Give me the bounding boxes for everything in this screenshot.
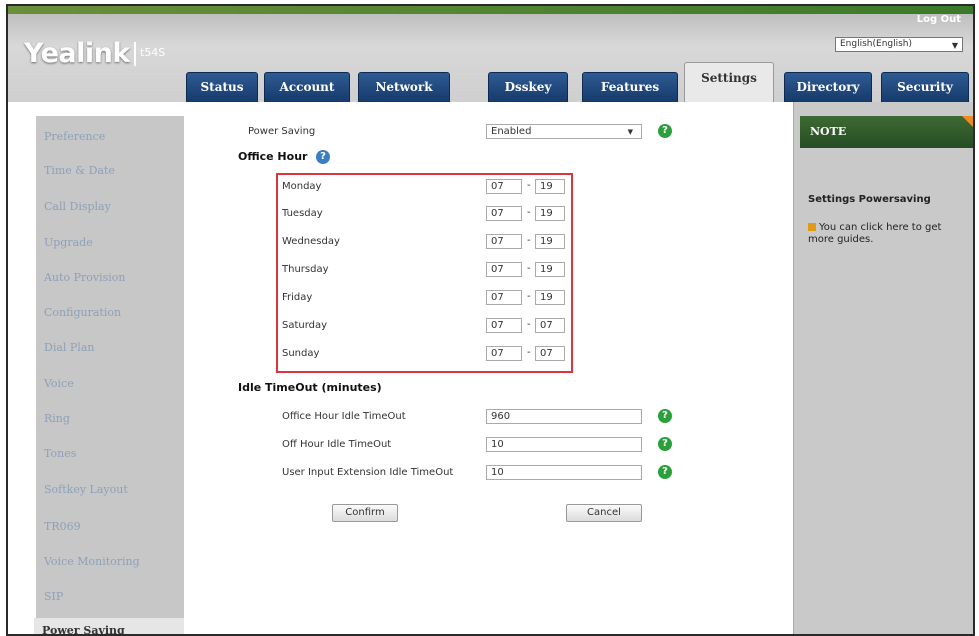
sidebar-item-time-date[interactable]: Time & Date xyxy=(44,164,115,177)
wednesday-start-input[interactable]: 07 xyxy=(486,234,522,249)
day-label-sunday: Sunday xyxy=(282,348,320,359)
power-saving-select[interactable]: Enabled ▼ xyxy=(486,124,642,139)
tab-network[interactable]: Network xyxy=(358,72,450,102)
range-dash: - xyxy=(527,291,531,302)
day-label-thursday: Thursday xyxy=(282,264,329,275)
range-dash: - xyxy=(527,235,531,246)
range-dash: - xyxy=(527,263,531,274)
note-heading: NOTE xyxy=(800,116,973,148)
office-hour-heading: Office Hour xyxy=(238,150,308,163)
power-saving-value: Enabled xyxy=(491,126,532,137)
day-label-saturday: Saturday xyxy=(282,320,328,331)
office-hour-idle-input[interactable]: 960 xyxy=(486,409,642,424)
sidebar-item-dial-plan[interactable]: Dial Plan xyxy=(44,341,94,354)
saturday-end-input[interactable]: 07 xyxy=(535,318,565,333)
tab-features[interactable]: Features xyxy=(582,72,678,102)
main-tabs: Status Account Network Dsskey Features S… xyxy=(184,62,973,102)
chevron-down-icon: ▼ xyxy=(627,128,633,136)
day-label-tuesday: Tuesday xyxy=(282,208,323,219)
header-accent-bar xyxy=(8,6,973,14)
help-icon[interactable]: ? xyxy=(658,409,672,423)
thursday-end-input[interactable]: 19 xyxy=(535,262,565,277)
range-dash: - xyxy=(527,180,531,191)
sidebar-item-voice-monitoring[interactable]: Voice Monitoring xyxy=(44,555,140,568)
sidebar-item-voice[interactable]: Voice xyxy=(44,377,74,390)
sidebar: Preference Time & Date Call Display Upgr… xyxy=(34,116,186,634)
cancel-button[interactable]: Cancel xyxy=(566,504,642,522)
range-dash: - xyxy=(527,207,531,218)
browser-frame: Yealink t54S Log Out English(English) ▼ … xyxy=(6,4,975,636)
tab-account[interactable]: Account xyxy=(264,72,350,102)
sunday-end-input[interactable]: 07 xyxy=(535,346,565,361)
help-icon[interactable]: ? xyxy=(658,465,672,479)
note-title: Settings Powersaving xyxy=(808,194,931,205)
monday-end-input[interactable]: 19 xyxy=(535,179,565,194)
note-text: You can click here to get more guides. xyxy=(808,222,942,245)
note-panel: NOTE Settings Powersaving You can click … xyxy=(793,102,973,634)
model-label: t54S xyxy=(140,46,166,59)
language-value: English(English) xyxy=(840,39,913,49)
chevron-down-icon: ▼ xyxy=(951,41,958,50)
sidebar-item-call-display[interactable]: Call Display xyxy=(44,200,111,213)
sidebar-item-softkey-layout[interactable]: Softkey Layout xyxy=(44,483,128,496)
range-dash: - xyxy=(527,319,531,330)
note-heading-text: NOTE xyxy=(810,125,847,138)
yealink-logo: Yealink xyxy=(24,38,130,69)
tab-dsskey[interactable]: Dsskey xyxy=(488,72,568,102)
wednesday-end-input[interactable]: 19 xyxy=(535,234,565,249)
tab-directory[interactable]: Directory xyxy=(784,72,872,102)
sidebar-item-ring[interactable]: Ring xyxy=(44,412,70,425)
office-hour-idle-label: Office Hour Idle TimeOut xyxy=(282,411,406,422)
help-icon[interactable]: ? xyxy=(658,437,672,451)
sidebar-item-configuration[interactable]: Configuration xyxy=(44,306,121,319)
idle-timeout-heading: Idle TimeOut (minutes) xyxy=(238,381,382,394)
tab-security[interactable]: Security xyxy=(881,72,969,102)
header: Yealink t54S Log Out English(English) ▼ … xyxy=(8,6,973,102)
sidebar-item-auto-provision[interactable]: Auto Provision xyxy=(44,271,125,284)
monday-start-input[interactable]: 07 xyxy=(486,179,522,194)
off-hour-idle-input[interactable]: 10 xyxy=(486,437,642,452)
tuesday-start-input[interactable]: 07 xyxy=(486,206,522,221)
thursday-start-input[interactable]: 07 xyxy=(486,262,522,277)
day-label-monday: Monday xyxy=(282,181,322,192)
sidebar-item-tr069[interactable]: TR069 xyxy=(44,520,81,533)
help-icon[interactable]: ? xyxy=(658,124,672,138)
sidebar-item-sip[interactable]: SIP xyxy=(44,590,63,603)
sidebar-item-tones[interactable]: Tones xyxy=(44,447,76,460)
tab-status[interactable]: Status xyxy=(186,72,258,102)
help-icon[interactable]: ? xyxy=(316,150,330,164)
user-input-extension-idle-input[interactable]: 10 xyxy=(486,465,642,480)
friday-end-input[interactable]: 19 xyxy=(535,290,565,305)
saturday-start-input[interactable]: 07 xyxy=(486,318,522,333)
tuesday-end-input[interactable]: 19 xyxy=(535,206,565,221)
logo-separator xyxy=(134,42,136,66)
language-select[interactable]: English(English) ▼ xyxy=(835,37,963,52)
sidebar-item-preference[interactable]: Preference xyxy=(44,130,105,143)
friday-start-input[interactable]: 07 xyxy=(486,290,522,305)
day-label-friday: Friday xyxy=(282,292,313,303)
sunday-start-input[interactable]: 07 xyxy=(486,346,522,361)
off-hour-idle-label: Off Hour Idle TimeOut xyxy=(282,439,392,450)
note-bullet-icon xyxy=(808,223,816,231)
power-saving-label: Power Saving xyxy=(248,126,316,137)
note-guide-link[interactable]: You can click here to get more guides. xyxy=(808,222,968,246)
sidebar-item-power-saving[interactable]: Power Saving xyxy=(34,618,186,634)
corner-fold-icon xyxy=(962,116,973,130)
user-input-extension-idle-label: User Input Extension Idle TimeOut xyxy=(282,467,454,478)
day-label-wednesday: Wednesday xyxy=(282,236,340,247)
tab-settings[interactable]: Settings xyxy=(684,62,774,102)
range-dash: - xyxy=(527,347,531,358)
logout-link[interactable]: Log Out xyxy=(917,14,961,25)
main-content: Power Saving Enabled ▼ ? Office Hour ? M… xyxy=(184,102,793,634)
confirm-button[interactable]: Confirm xyxy=(332,504,398,522)
sidebar-item-upgrade[interactable]: Upgrade xyxy=(44,236,93,249)
